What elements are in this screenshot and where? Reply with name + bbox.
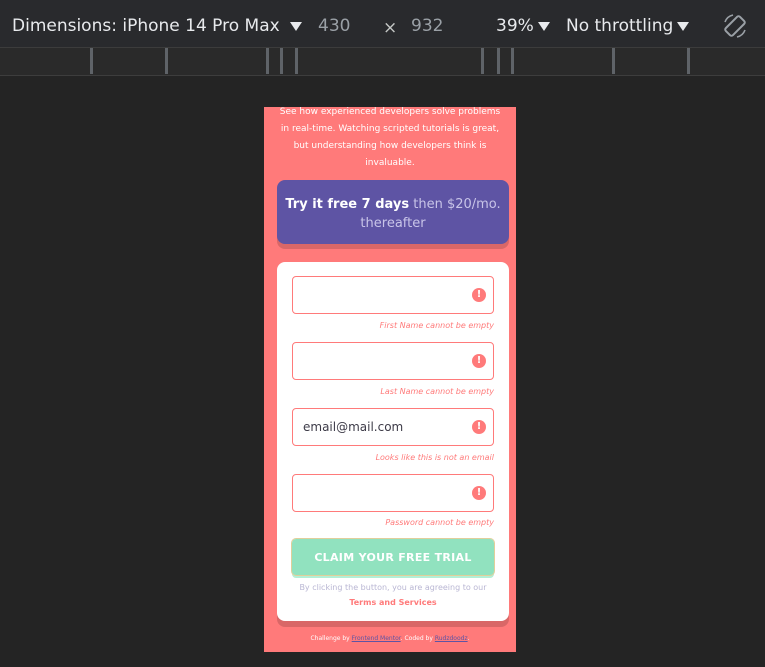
ruler-tick[interactable]: [266, 48, 269, 74]
ruler-tick[interactable]: [165, 48, 168, 74]
footer-end: .: [467, 635, 470, 642]
ruler-tick[interactable]: [295, 48, 298, 74]
claim-free-trial-button[interactable]: CLAIM YOUR FREE TRIAL: [291, 538, 495, 576]
terms-text: By clicking the button, you are agreeing…: [299, 583, 487, 592]
ruler-tick[interactable]: [511, 48, 514, 74]
attribution-footer: Challenge by Frontend Mentor. Coded by R…: [264, 635, 516, 642]
password-input[interactable]: [293, 475, 493, 511]
terms-link[interactable]: Terms and Services: [349, 598, 436, 607]
viewport-height-input[interactable]: 932: [411, 16, 443, 36]
devtools-toolbar: Dimensions: iPhone 14 Pro Max 430 × 932 …: [0, 0, 765, 48]
times-icon: ×: [383, 18, 398, 38]
promo-bold-text: Try it free 7 days: [285, 197, 410, 212]
ruler-tick[interactable]: [687, 48, 690, 74]
first-name-field[interactable]: !: [292, 276, 494, 314]
zoom-dropdown[interactable]: 39%: [496, 16, 550, 36]
ruler-tick[interactable]: [497, 48, 500, 74]
promo-banner: Try it free 7 days then $20/mo. thereaft…: [277, 180, 509, 244]
author-link[interactable]: Rudzdoodz: [435, 635, 468, 642]
signup-form: ! First Name cannot be empty ! Last Name…: [277, 262, 509, 621]
device-dimensions-label: Dimensions: iPhone 14 Pro Max: [12, 16, 280, 36]
throttling-label: No throttling: [566, 16, 674, 36]
email-input[interactable]: [293, 409, 493, 445]
first-name-error: First Name cannot be empty: [379, 321, 494, 330]
throttling-dropdown[interactable]: No throttling: [566, 16, 690, 36]
viewport-width-input[interactable]: 430: [318, 16, 350, 36]
zoom-label: 39%: [496, 16, 534, 36]
last-name-input[interactable]: [293, 343, 493, 379]
device-viewport: See how experienced developers solve pro…: [264, 107, 516, 652]
footer-challenge-text: Challenge by: [310, 635, 350, 642]
terms-notice: By clicking the button, you are agreeing…: [285, 580, 501, 610]
email-field[interactable]: !: [292, 408, 494, 446]
last-name-error: Last Name cannot be empty: [380, 387, 494, 396]
chevron-down-icon: [537, 21, 550, 31]
ruler-tick[interactable]: [280, 48, 283, 74]
error-icon: !: [472, 288, 486, 302]
rotate-icon[interactable]: [721, 12, 749, 40]
error-icon: !: [472, 354, 486, 368]
chevron-down-icon: [677, 21, 690, 31]
error-icon: !: [472, 486, 486, 500]
ruler-tick[interactable]: [481, 48, 484, 74]
media-query-ruler: [0, 48, 765, 76]
frontend-mentor-link[interactable]: Frontend Mentor: [352, 635, 401, 642]
first-name-input[interactable]: [293, 277, 493, 313]
ruler-tick[interactable]: [612, 48, 615, 74]
last-name-field[interactable]: !: [292, 342, 494, 380]
email-error: Looks like this is not an email: [375, 453, 494, 462]
device-dimensions-dropdown[interactable]: Dimensions: iPhone 14 Pro Max: [12, 16, 302, 36]
password-field[interactable]: !: [292, 474, 494, 512]
error-icon: !: [472, 420, 486, 434]
intro-text: See how experienced developers solve pro…: [279, 107, 501, 168]
chevron-down-icon: [289, 21, 302, 31]
password-error: Password cannot be empty: [385, 518, 494, 527]
ruler-tick[interactable]: [90, 48, 93, 74]
footer-coded-text: . Coded by: [400, 635, 433, 642]
